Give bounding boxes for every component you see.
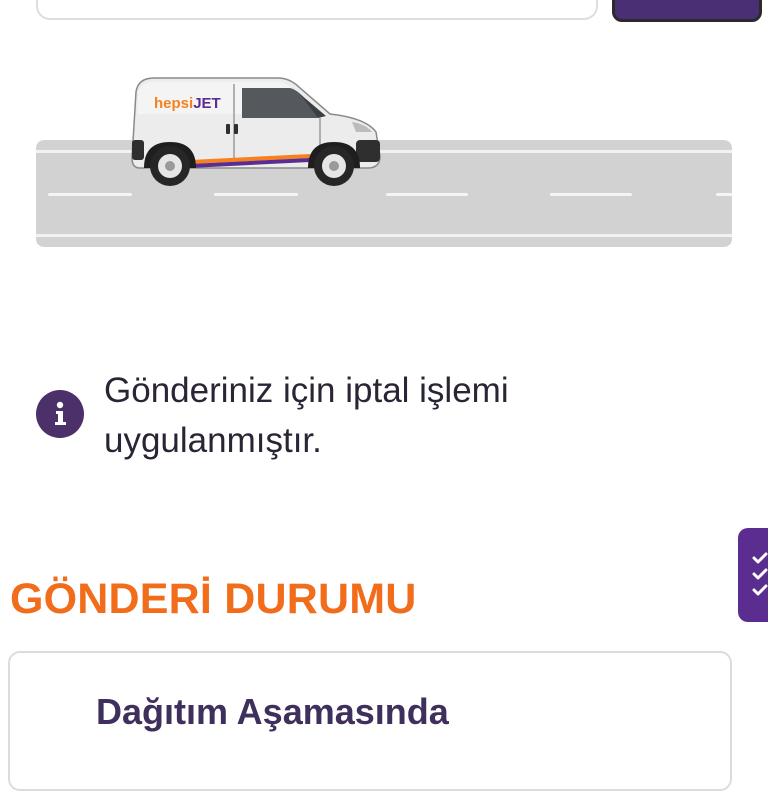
checklist-icon [752, 552, 768, 596]
road-dash [550, 193, 632, 196]
road-dash [386, 193, 468, 196]
road-dash [716, 193, 732, 196]
notice-message: Gönderiniz için iptal işlemi uygulanmışt… [104, 371, 509, 460]
delivery-van-image: hepsiJET [131, 77, 381, 186]
road-dash [48, 193, 132, 196]
query-button[interactable] [612, 0, 762, 22]
info-icon [36, 390, 84, 438]
status-card: Dağıtım Aşamasında [8, 651, 732, 791]
road-bottom-edge [36, 234, 732, 237]
status-label: Dağıtım Aşamasında [96, 691, 449, 732]
tracking-number-input[interactable] [36, 0, 598, 20]
brand-logo: hepsiJET [154, 95, 221, 112]
checklist-tab[interactable] [738, 528, 768, 622]
road-dash [214, 193, 298, 196]
section-title: GÖNDERİ DURUMU [10, 575, 417, 623]
